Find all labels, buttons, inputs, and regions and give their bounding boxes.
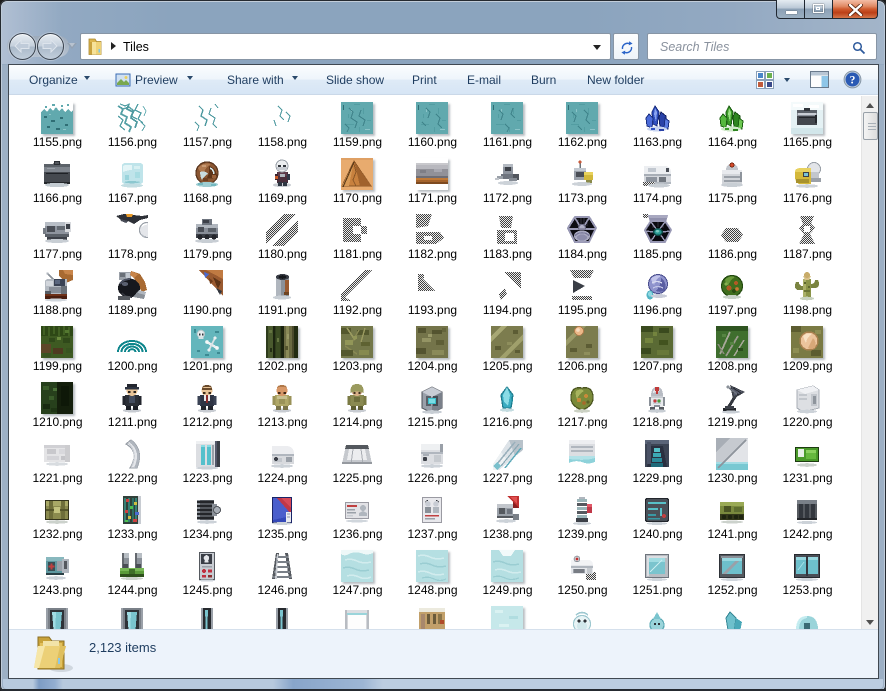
svg-text:?: ? (850, 75, 856, 87)
